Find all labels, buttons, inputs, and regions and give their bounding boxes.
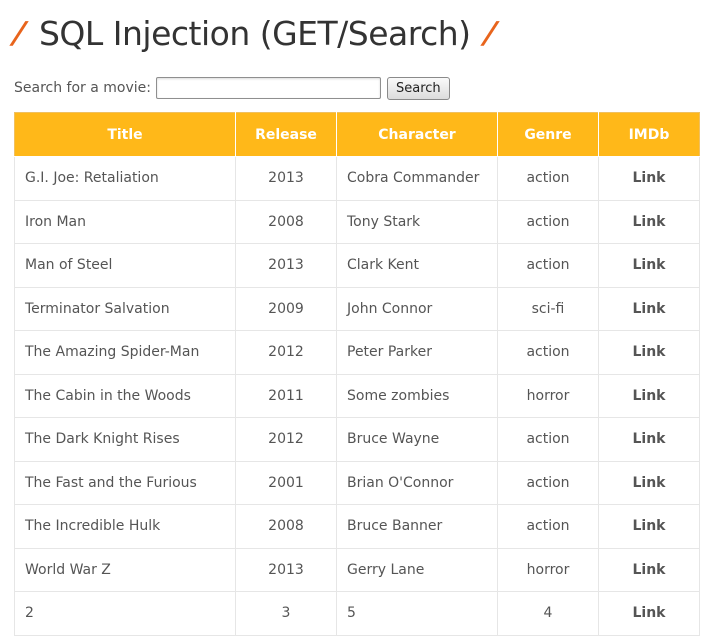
column-header-genre: Genre	[497, 112, 599, 157]
cell-character: Tony Stark	[336, 199, 498, 244]
cell-title: Iron Man	[14, 199, 236, 244]
imdb-link[interactable]: Link	[633, 344, 666, 360]
cell-imdb: Link	[598, 286, 700, 331]
imdb-link[interactable]: Link	[633, 605, 666, 621]
cell-imdb: Link	[598, 330, 700, 375]
page: / SQL Injection (GET/Search) / Search fo…	[0, 0, 714, 638]
cell-title: Terminator Salvation	[14, 286, 236, 331]
imdb-link[interactable]: Link	[633, 257, 666, 273]
table-row: The Dark Knight Rises 2012 Bruce Wayne acti…	[14, 417, 700, 462]
table-row: G.I. Joe: Retaliation 2013 Cobra Commander…	[14, 156, 700, 201]
cell-release: 3	[235, 591, 337, 636]
table-row: Man of Steel 2013 Clark Kent action Link	[14, 243, 700, 288]
imdb-link[interactable]: Link	[633, 562, 666, 578]
table-body: G.I. Joe: Retaliation 2013 Cobra Commander…	[14, 156, 700, 636]
imdb-link[interactable]: Link	[633, 518, 666, 534]
cell-release: 2012	[235, 417, 337, 462]
cell-genre: action	[497, 156, 599, 201]
table-row: The Incredible Hulk 2008 Bruce Banner actio…	[14, 504, 700, 549]
cell-title: The Fast and the Furious	[14, 460, 236, 505]
cell-imdb: Link	[598, 199, 700, 244]
cell-release: 2012	[235, 330, 337, 375]
table-row: World War Z 2013 Gerry Lane horror Link	[14, 547, 700, 592]
imdb-link[interactable]: Link	[633, 301, 666, 317]
cell-character: Cobra Commander	[336, 156, 498, 201]
table-row: Terminator Salvation 2009 John Connor sci-f…	[14, 286, 700, 331]
movies-table: Title Release Character Genre IMDb G.I. …	[14, 112, 700, 636]
imdb-link[interactable]: Link	[633, 170, 666, 186]
cell-imdb: Link	[598, 243, 700, 288]
cell-release: 2008	[235, 199, 337, 244]
cell-imdb: Link	[598, 417, 700, 462]
cell-release: 2013	[235, 243, 337, 288]
imdb-link[interactable]: Link	[633, 431, 666, 447]
cell-genre: action	[497, 199, 599, 244]
column-header-release: Release	[235, 112, 337, 157]
cell-genre: action	[497, 243, 599, 288]
search-button[interactable]: Search	[387, 76, 450, 100]
cell-release: 2011	[235, 373, 337, 418]
imdb-link[interactable]: Link	[633, 214, 666, 230]
cell-genre: horror	[497, 373, 599, 418]
cell-imdb: Link	[598, 460, 700, 505]
cell-genre: action	[497, 460, 599, 505]
cell-imdb: Link	[598, 373, 700, 418]
page-title-text: SQL Injection (GET/Search)	[38, 13, 471, 53]
table-row: Iron Man 2008 Tony Stark action Link	[14, 199, 700, 244]
title-slash-right: /	[482, 15, 498, 51]
cell-imdb: Link	[598, 504, 700, 549]
cell-genre: action	[497, 504, 599, 549]
search-label: Search for a movie:	[14, 80, 151, 96]
cell-character: Brian O'Connor	[336, 460, 498, 505]
cell-imdb: Link	[598, 547, 700, 592]
cell-release: 2008	[235, 504, 337, 549]
table-row: The Amazing Spider-Man 2012 Peter Parker ac…	[14, 330, 700, 375]
cell-character: 5	[336, 591, 498, 636]
cell-genre: action	[497, 417, 599, 462]
cell-genre: 4	[497, 591, 599, 636]
search-input[interactable]	[156, 77, 381, 99]
cell-imdb: Link	[598, 591, 700, 636]
cell-release: 2009	[235, 286, 337, 331]
table-header: Title Release Character Genre IMDb	[14, 112, 700, 157]
table-row: 2 3 5 4 Link	[14, 591, 700, 636]
cell-title: The Incredible Hulk	[14, 504, 236, 549]
cell-character: Gerry Lane	[336, 547, 498, 592]
cell-character: John Connor	[336, 286, 498, 331]
cell-character: Clark Kent	[336, 243, 498, 288]
cell-title: The Amazing Spider-Man	[14, 330, 236, 375]
table-header-row: Title Release Character Genre IMDb	[14, 112, 700, 157]
cell-title: Man of Steel	[14, 243, 236, 288]
cell-release: 2013	[235, 547, 337, 592]
cell-release: 2013	[235, 156, 337, 201]
search-form: Search for a movie: Search	[14, 76, 450, 100]
cell-character: Bruce Banner	[336, 504, 498, 549]
page-title: / SQL Injection (GET/Search) /	[11, 8, 498, 58]
table-row: The Fast and the Furious 2001 Brian O'Conn…	[14, 460, 700, 505]
cell-character: Bruce Wayne	[336, 417, 498, 462]
cell-title: G.I. Joe: Retaliation	[14, 156, 236, 201]
cell-title: The Cabin in the Woods	[14, 373, 236, 418]
imdb-link[interactable]: Link	[633, 475, 666, 491]
title-slash-left: /	[11, 15, 28, 51]
table-row: The Cabin in the Woods 2011 Some zombies ho…	[14, 373, 700, 418]
cell-title: World War Z	[14, 547, 236, 592]
cell-release: 2001	[235, 460, 337, 505]
cell-genre: sci-fi	[497, 286, 599, 331]
cell-genre: action	[497, 330, 599, 375]
column-header-character: Character	[336, 112, 498, 157]
imdb-link[interactable]: Link	[633, 388, 666, 404]
cell-title: The Dark Knight Rises	[14, 417, 236, 462]
cell-character: Peter Parker	[336, 330, 498, 375]
cell-title: 2	[14, 591, 236, 636]
cell-character: Some zombies	[336, 373, 498, 418]
column-header-title: Title	[14, 112, 236, 157]
cell-genre: horror	[497, 547, 599, 592]
cell-imdb: Link	[598, 156, 700, 201]
column-header-imdb: IMDb	[598, 112, 700, 157]
